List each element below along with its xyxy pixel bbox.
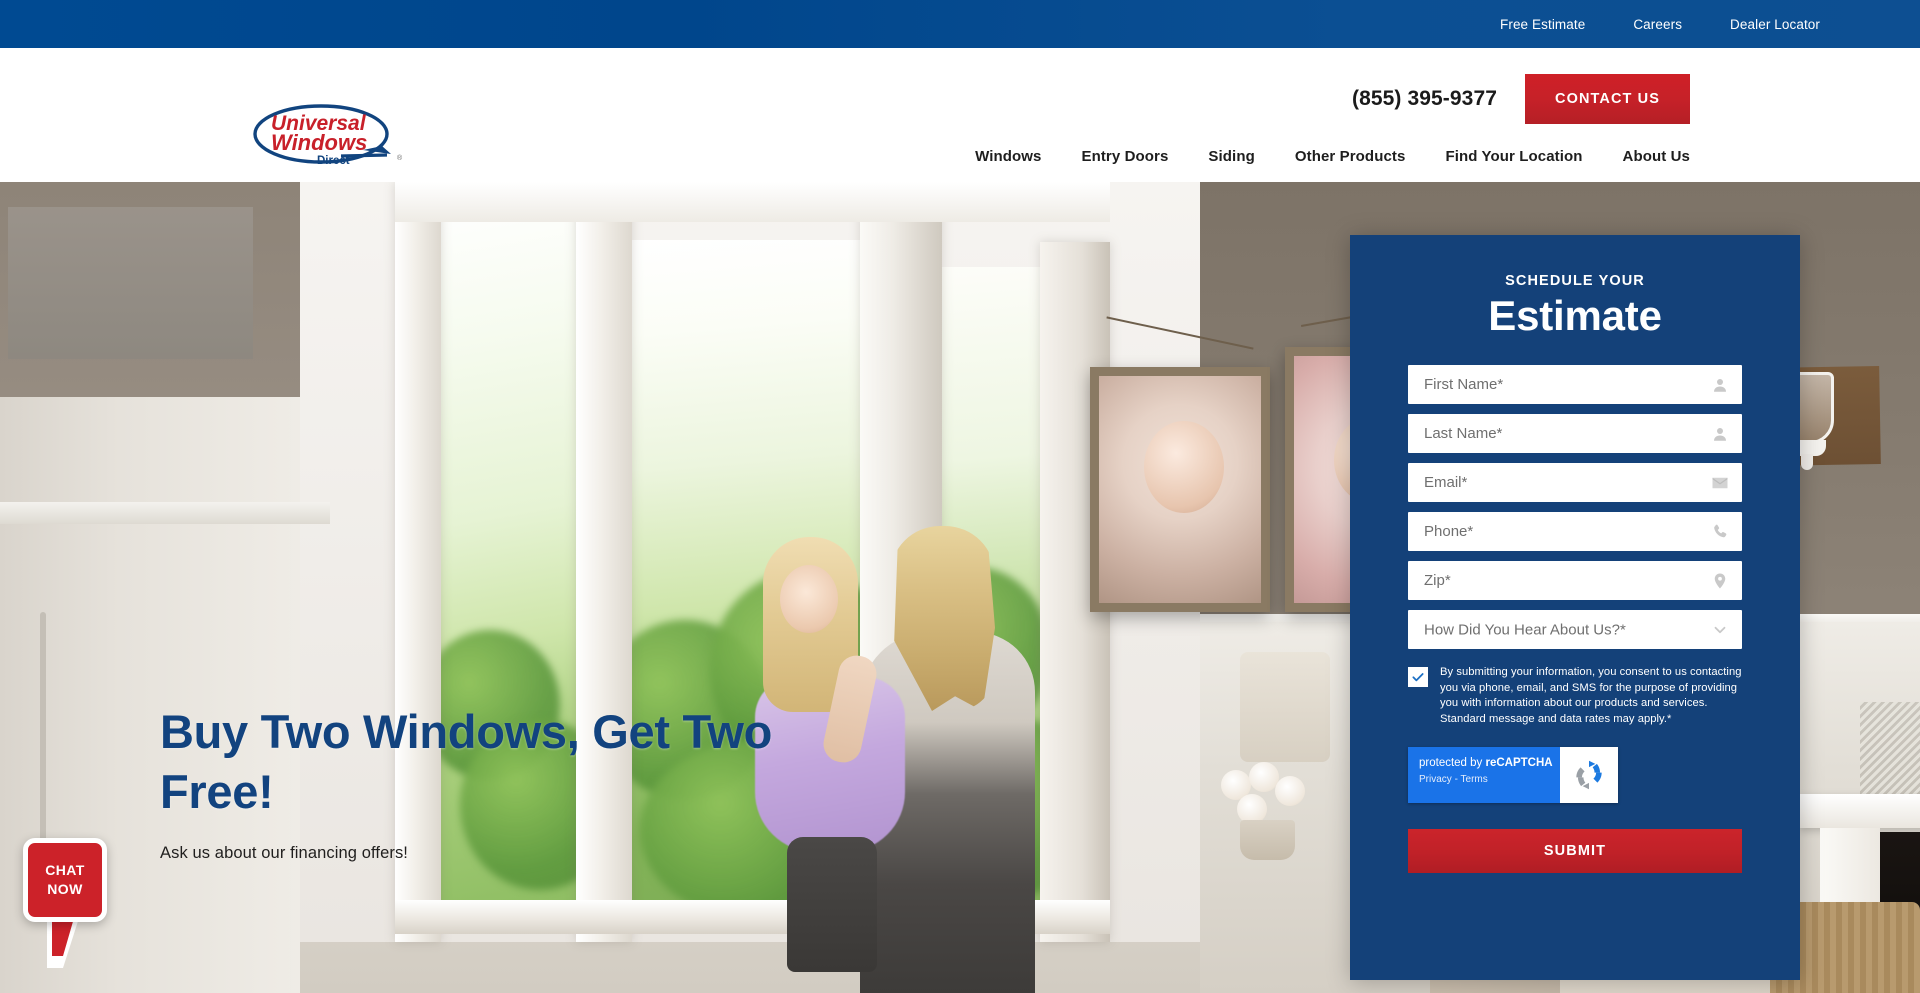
last-name-input[interactable]: [1408, 414, 1742, 453]
recaptcha-icon: [1576, 760, 1602, 790]
recaptcha-logo: [1560, 747, 1618, 803]
first-name-input[interactable]: [1408, 365, 1742, 404]
field-email: [1408, 463, 1742, 502]
phone-number-link[interactable]: (855) 395-9377: [1352, 87, 1497, 111]
checkmark-icon: [1412, 673, 1424, 682]
recaptcha-privacy-link[interactable]: Privacy: [1419, 774, 1452, 785]
how-did-you-hear-select[interactable]: [1408, 610, 1742, 649]
field-first-name: [1408, 365, 1742, 404]
nav-item-about-us[interactable]: About Us: [1623, 148, 1690, 165]
consent-row: By submitting your information, you cons…: [1408, 665, 1742, 727]
nav-item-entry-doors[interactable]: Entry Doors: [1081, 148, 1168, 165]
main-navigation: Windows Entry Doors Siding Other Product…: [975, 148, 1690, 165]
framed-photo-left: [1090, 367, 1270, 612]
field-zip: [1408, 561, 1742, 600]
header-inner: Universal Windows Direct ® (855) 395-937…: [110, 48, 1810, 182]
zip-input[interactable]: [1408, 561, 1742, 600]
hero-headline: Buy Two Windows, Get Two Free!: [160, 705, 773, 818]
consent-text: By submitting your information, you cons…: [1440, 666, 1742, 725]
nav-item-siding[interactable]: Siding: [1208, 148, 1254, 165]
site-logo[interactable]: Universal Windows Direct ®: [245, 98, 405, 170]
submit-button[interactable]: SUBMIT: [1408, 829, 1742, 873]
consent-checkbox[interactable]: [1408, 667, 1428, 687]
flower-vase: [1215, 762, 1320, 860]
logo-graphic: Universal Windows Direct ®: [253, 104, 403, 167]
header-contact-group: (855) 395-9377 CONTACT US: [1352, 74, 1690, 124]
hero-subtext: Ask us about our financing offers!: [160, 844, 408, 862]
field-phone: [1408, 512, 1742, 551]
recaptcha-prefix: protected by: [1419, 757, 1486, 769]
field-last-name: [1408, 414, 1742, 453]
field-how-did-you-hear: How Did You Hear About Us?*: [1408, 610, 1742, 649]
email-input[interactable]: [1408, 463, 1742, 502]
nav-item-windows[interactable]: Windows: [975, 148, 1041, 165]
svg-text:Windows: Windows: [271, 130, 367, 155]
chat-now-widget[interactable]: CHAT NOW: [23, 838, 107, 988]
recaptcha-brand: reCAPTCHA: [1485, 757, 1553, 769]
chat-bubble[interactable]: CHAT NOW: [23, 838, 107, 922]
recaptcha-protected-line: protected by reCAPTCHA: [1419, 756, 1560, 771]
form-kicker: SCHEDULE YOUR: [1505, 273, 1645, 289]
chat-bubble-tail: [52, 918, 74, 956]
topbar-link-free-estimate[interactable]: Free Estimate: [1500, 17, 1585, 32]
recaptcha-links: Privacy - Terms: [1419, 774, 1560, 785]
recaptcha-separator: -: [1451, 774, 1461, 785]
contact-us-button[interactable]: CONTACT US: [1525, 74, 1690, 124]
nav-item-find-your-location[interactable]: Find Your Location: [1445, 148, 1582, 165]
hero-copy: Buy Two Windows, Get Two Free! Ask us ab…: [160, 702, 860, 863]
hero-section: Buy Two Windows, Get Two Free! Ask us ab…: [0, 182, 1920, 993]
topbar-link-dealer-locator[interactable]: Dealer Locator: [1730, 17, 1820, 32]
recaptcha-text: protected by reCAPTCHA Privacy - Terms: [1408, 747, 1560, 803]
svg-text:®: ®: [397, 154, 403, 162]
phone-input[interactable]: [1408, 512, 1742, 551]
chat-label-line1: CHAT: [45, 862, 85, 878]
top-utility-bar: Free Estimate Careers Dealer Locator: [0, 0, 1920, 48]
chat-label-line2: NOW: [47, 881, 83, 897]
form-title: Estimate: [1488, 292, 1662, 339]
site-header: Universal Windows Direct ® (855) 395-937…: [0, 48, 1920, 182]
svg-text:Direct: Direct: [317, 155, 350, 167]
estimate-form-panel: SCHEDULE YOUR Estimate First Name* Last …: [1350, 235, 1800, 980]
recaptcha-badge[interactable]: protected by reCAPTCHA Privacy - Terms: [1408, 747, 1618, 803]
nav-item-other-products[interactable]: Other Products: [1295, 148, 1406, 165]
recaptcha-terms-link[interactable]: Terms: [1461, 774, 1488, 785]
topbar-link-careers[interactable]: Careers: [1633, 17, 1682, 32]
